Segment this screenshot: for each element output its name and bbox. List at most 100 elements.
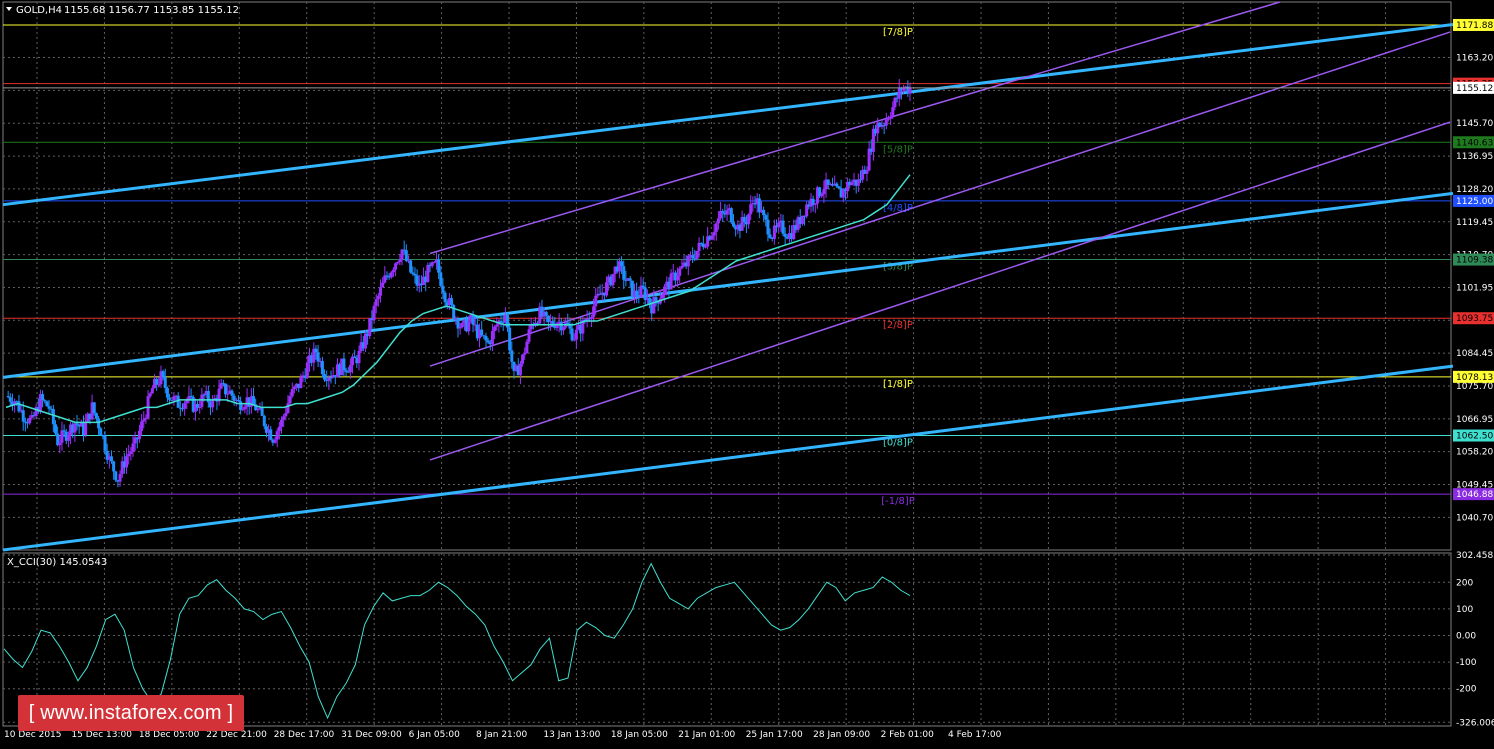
candle-body xyxy=(902,88,906,91)
time-tick-label: 10 Dec 2015 xyxy=(4,730,62,740)
level-price-tag-text: 1109.38 xyxy=(1456,256,1493,266)
candle-body xyxy=(404,250,408,261)
candle-body xyxy=(396,262,400,264)
candle-body xyxy=(867,148,871,171)
candle-body xyxy=(800,215,804,224)
indicator-tick-label: -100 xyxy=(1456,658,1477,668)
candle-body xyxy=(206,391,210,403)
candle-body xyxy=(893,97,897,108)
candle-body xyxy=(521,354,525,364)
candle-body xyxy=(783,233,787,237)
candle-body xyxy=(8,397,12,402)
candle-body xyxy=(344,370,348,372)
candle-body xyxy=(84,421,88,436)
time-tick-label: 18 Dec 05:00 xyxy=(139,730,200,740)
level-price-tag-text: 1171.88 xyxy=(1456,21,1493,31)
candle-body xyxy=(676,275,680,281)
candle-body xyxy=(58,442,62,446)
candle-body xyxy=(437,259,441,273)
candle-body xyxy=(41,394,45,401)
candle-body xyxy=(273,439,277,443)
candle-body xyxy=(501,322,505,324)
candle-body xyxy=(518,363,522,376)
symbol-label: GOLD,H4 xyxy=(16,5,62,16)
candle-body xyxy=(764,215,768,220)
time-tick-label: 21 Jan 01:00 xyxy=(678,730,735,740)
murrey-level-label: [1/8]P xyxy=(883,379,913,390)
candle-body xyxy=(850,182,854,186)
candle-body xyxy=(269,429,273,440)
candle-body xyxy=(224,383,228,395)
candle-body xyxy=(43,400,47,402)
candle-body xyxy=(284,412,288,417)
candle-body xyxy=(398,259,402,263)
candle-body xyxy=(458,326,462,329)
candle-body xyxy=(239,401,243,411)
chart-canvas[interactable]: [7/8]P[5/8]P[4/8]P[3/8]P[2/8]P[1/8]P[0/8… xyxy=(0,0,1494,745)
candle-body xyxy=(368,318,372,337)
candle-body xyxy=(525,341,529,354)
candle-body xyxy=(383,275,387,283)
time-tick-label: 22 Dec 21:00 xyxy=(206,730,267,740)
indicator-label: X_CCI(30) 145.0543 xyxy=(7,557,107,568)
candle-body xyxy=(252,396,256,405)
candle-body xyxy=(329,377,333,379)
price-tick-label: 1119.45 xyxy=(1456,218,1493,228)
candle-body xyxy=(589,317,593,319)
candle-body xyxy=(109,456,113,462)
candle-body xyxy=(822,189,826,194)
candle-body xyxy=(163,377,167,388)
candle-body xyxy=(865,170,869,174)
candle-body xyxy=(486,340,490,343)
price-tick-label: 1136.95 xyxy=(1456,152,1493,162)
candle-body xyxy=(570,328,574,341)
candle-body xyxy=(701,243,705,248)
candle-body xyxy=(572,339,576,341)
candle-body xyxy=(372,305,376,321)
candle-body xyxy=(611,273,615,286)
candle-body xyxy=(467,321,471,332)
level-price-tag-text: 1062.50 xyxy=(1456,432,1493,442)
candle-body xyxy=(772,225,776,239)
candle-body xyxy=(432,262,436,264)
candle-body xyxy=(290,389,294,397)
indicator-tick-label: -200 xyxy=(1456,685,1477,695)
candle-body xyxy=(654,297,658,301)
chart-window[interactable]: [7/8]P [5/8]P [4/8]P [3/8]P [2/8]P [1/8]P [0/8… xyxy=(0,0,1494,745)
candle-body xyxy=(379,287,383,296)
candle-body xyxy=(678,268,682,276)
candle-body xyxy=(103,435,107,451)
candle-body xyxy=(714,223,718,232)
candle-body xyxy=(45,401,49,407)
candle-body xyxy=(493,326,497,332)
candle-body xyxy=(99,428,103,436)
time-tick-label: 4 Feb 17:00 xyxy=(948,730,1002,740)
candle-body xyxy=(314,348,318,353)
candle-body xyxy=(75,423,79,425)
candle-body xyxy=(256,409,260,411)
candle-body xyxy=(374,299,378,306)
level-price-tag-text: 1125.00 xyxy=(1456,197,1493,207)
candle-body xyxy=(439,272,443,286)
candle-body xyxy=(62,430,66,432)
candle-body xyxy=(323,374,327,380)
time-tick-label: 28 Jan 09:00 xyxy=(813,730,870,740)
candle-body xyxy=(669,273,673,290)
candle-body xyxy=(471,314,475,325)
candle-body xyxy=(148,393,152,397)
candle-body xyxy=(165,387,169,398)
candle-body xyxy=(391,269,395,273)
candle-body xyxy=(127,453,131,457)
time-tick-label: 28 Dec 17:00 xyxy=(274,730,335,740)
candle-body xyxy=(594,295,598,307)
candle-body xyxy=(568,325,572,329)
time-tick-label: 25 Jan 17:00 xyxy=(746,730,803,740)
candle-body xyxy=(200,394,204,407)
candle-body xyxy=(394,263,398,270)
time-tick-label: 13 Jan 13:00 xyxy=(543,730,600,740)
candle-body xyxy=(747,214,751,225)
price-tick-label: 1128.20 xyxy=(1456,185,1493,195)
candle-body xyxy=(884,119,888,126)
candle-body xyxy=(282,416,286,420)
watermark-text: [ www.instaforex.com ] xyxy=(28,702,234,724)
